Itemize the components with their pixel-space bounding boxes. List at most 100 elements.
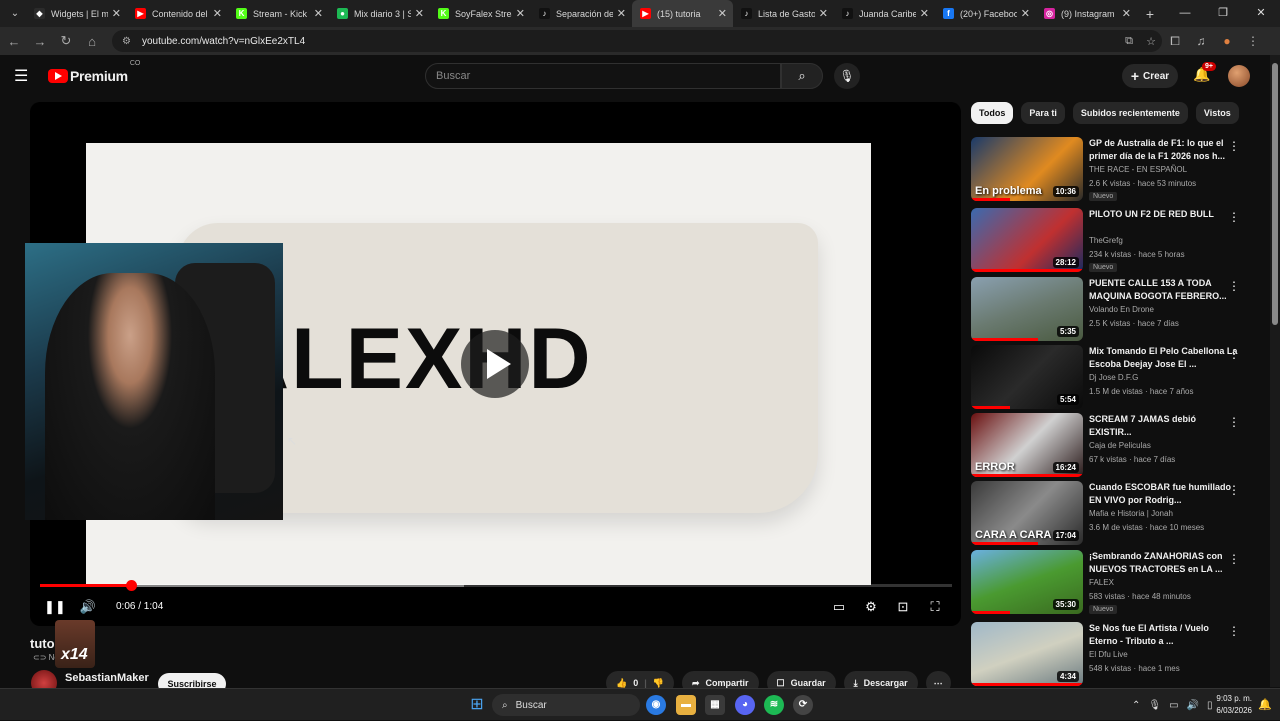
home-icon[interactable]: ⌂ <box>80 34 104 49</box>
filter-chip[interactable]: Todos <box>971 102 1014 124</box>
more-options-icon[interactable]: ⋮ <box>1228 483 1240 497</box>
video-thumbnail[interactable]: CARA A CARA 17:04 <box>971 481 1083 545</box>
tab-close-icon[interactable]: ✕ <box>415 7 424 20</box>
page-scrollbar[interactable] <box>1270 55 1280 687</box>
recommendation-item[interactable]: 4:34 Se Nos fue El Artista / Vuelo Eterno… <box>971 622 1261 686</box>
video-thumbnail[interactable]: 5:54 <box>971 345 1083 409</box>
recommendation-item[interactable]: 5:35 PUENTE CALLE 153 A TODA MAQUINA BOGO… <box>971 277 1261 341</box>
profile-icon[interactable]: ● <box>1214 34 1240 48</box>
recommendation-item[interactable]: ERROR 16:24 SCREAM 7 JAMAS debió EXISTIR..… <box>971 413 1261 477</box>
recommendation-channel[interactable]: Mafia e Historia | Jonah <box>1089 509 1173 518</box>
microphone-icon[interactable]: 🎙 <box>834 63 860 89</box>
video-thumbnail[interactable]: En problema 10:36 <box>971 137 1083 201</box>
search-input[interactable]: Buscar <box>425 63 781 89</box>
browser-tab[interactable]: ♪ Juanda Caribe ✕ <box>834 0 935 27</box>
youtube-logo[interactable]: Premium CO <box>48 60 140 84</box>
theater-mode-icon[interactable]: ⊡ <box>894 594 912 620</box>
tab-close-icon[interactable]: ✕ <box>1021 7 1030 20</box>
taskbar-search[interactable]: ⌕ Buscar <box>492 694 640 716</box>
progress-bar[interactable] <box>40 580 952 591</box>
recommendation-channel[interactable]: Caja de Peliculas <box>1089 441 1151 450</box>
more-options-icon[interactable]: ⋮ <box>1228 624 1240 638</box>
recommendation-title[interactable]: PILOTO UN F2 DE RED BULL <box>1089 208 1239 221</box>
fullscreen-icon[interactable]: ⛶ <box>926 594 944 620</box>
browser-tab[interactable]: ♪ Lista de Gasto ✕ <box>733 0 834 27</box>
browser-tab[interactable]: ▶ (15) tutoria ✕ <box>632 0 733 27</box>
recommendation-channel[interactable]: TheGrefg <box>1089 236 1123 245</box>
more-options-icon[interactable]: ⋮ <box>1228 552 1240 566</box>
recommendation-channel[interactable]: FALEX <box>1089 578 1114 587</box>
file-explorer-icon[interactable]: ▬ <box>676 695 696 715</box>
back-icon[interactable]: ← <box>2 34 26 49</box>
discord-icon[interactable]: ◕ <box>735 695 755 715</box>
more-options-icon[interactable]: ⋮ <box>1228 139 1240 153</box>
maximize-icon[interactable]: ❐ <box>1204 0 1242 27</box>
address-bar[interactable]: ⚙ youtube.com/watch?v=nGlxEe2xTL4 ⧉ ☆ <box>112 30 1162 52</box>
browser-tab[interactable]: ● Mix diario 3 | S ✕ <box>329 0 430 27</box>
tray-chevron-icon[interactable]: ⌃ <box>1132 700 1140 711</box>
video-thumbnail[interactable]: ERROR 16:24 <box>971 413 1083 477</box>
subtitles-icon[interactable]: ▭ <box>830 594 848 620</box>
browser-tab[interactable]: f (20+) Faceboo ✕ <box>935 0 1036 27</box>
recommendation-title[interactable]: GP de Australia de F1: lo que el primer … <box>1089 137 1239 163</box>
recommendation-title[interactable]: ¡Sembrando ZANAHORIAS con NUEVOS TRACTOR… <box>1089 550 1239 576</box>
recommendation-item[interactable]: En problema 10:36 GP de Australia de F1: l… <box>971 137 1261 201</box>
recommendation-item[interactable]: 5:54 Mix Tomando El Pelo Cabellona La Esc… <box>971 345 1261 409</box>
volume-icon[interactable]: 🔊 <box>78 594 98 620</box>
recommendation-channel[interactable]: El Dfu Live <box>1089 650 1128 659</box>
recommendation-channel[interactable]: Volando En Drone <box>1089 305 1154 314</box>
recommendation-title[interactable]: Cuando ESCOBAR fue humillado EN VIVO por… <box>1089 481 1239 507</box>
tab-close-icon[interactable]: ✕ <box>617 7 626 20</box>
reload-icon[interactable]: ↻ <box>54 33 78 49</box>
media-control-icon[interactable]: ♫ <box>1188 34 1214 48</box>
more-options-icon[interactable]: ⋮ <box>1228 210 1240 224</box>
browser-tab[interactable]: K Stream - Kick D ✕ <box>228 0 329 27</box>
recommendation-channel[interactable]: THE RACE - EN ESPAÑOL <box>1089 165 1187 174</box>
browser-tab[interactable]: ◎ (9) Instagram ✕ <box>1036 0 1137 27</box>
video-thumbnail[interactable]: 28:12 <box>971 208 1083 272</box>
filter-chip[interactable]: Subidos recientemente <box>1072 102 1188 124</box>
network-icon[interactable]: ▭ <box>1169 700 1178 711</box>
settings-gear-icon[interactable]: ⚙ <box>862 594 880 620</box>
video-thumbnail[interactable]: 4:34 <box>971 622 1083 686</box>
channel-name[interactable]: SebastianMaker <box>65 672 149 684</box>
tab-close-icon[interactable]: ✕ <box>112 7 121 20</box>
notifications-bell-icon[interactable]: 🔔 9+ <box>1192 62 1216 86</box>
new-tab-button[interactable]: + <box>1137 6 1163 22</box>
tray-mic-icon[interactable]: 🎙 <box>1148 700 1161 711</box>
filter-chip[interactable]: Para ti <box>1021 102 1065 124</box>
app-icon[interactable]: ⟳ <box>793 695 813 715</box>
big-play-button[interactable] <box>461 330 529 398</box>
browser-tab[interactable]: ◆ Widgets | El m ✕ <box>26 0 127 27</box>
taskbar-clock[interactable]: 9:03 p. m. 6/03/2026 <box>1212 693 1252 717</box>
scrollbar-thumb[interactable] <box>1272 63 1278 325</box>
notification-center-icon[interactable]: 🔔 <box>1258 698 1272 711</box>
create-button[interactable]: + Crear <box>1122 64 1178 88</box>
tab-search-chevron-icon[interactable]: ⌄ <box>4 3 26 25</box>
spotify-icon[interactable]: ≋ <box>764 695 784 715</box>
speaker-icon[interactable]: 🔊 <box>1187 700 1199 711</box>
close-window-icon[interactable]: ✕ <box>1242 0 1280 27</box>
browser-tab[interactable]: K SoyFalex Strea ✕ <box>430 0 531 27</box>
recommendation-title[interactable]: Mix Tomando El Pelo Cabellona La Escoba … <box>1089 345 1239 371</box>
tab-close-icon[interactable]: ✕ <box>718 7 727 20</box>
dislike-icon[interactable]: 👎 <box>653 678 664 689</box>
like-icon[interactable]: 👍 <box>616 678 627 689</box>
recommendation-item[interactable]: 35:30 ¡Sembrando ZANAHORIAS con NUEVOS TR… <box>971 550 1261 614</box>
more-options-icon[interactable]: ⋮ <box>1228 347 1240 361</box>
browser-tab[interactable]: ♪ Separación de ✕ <box>531 0 632 27</box>
tab-close-icon[interactable]: ✕ <box>314 7 323 20</box>
pause-icon[interactable]: ❚❚ <box>44 594 66 620</box>
forward-icon[interactable]: → <box>28 34 52 49</box>
video-thumbnail[interactable]: 5:35 <box>971 277 1083 341</box>
site-info-icon[interactable]: ⚙ <box>122 36 136 47</box>
tab-close-icon[interactable]: ✕ <box>819 7 828 20</box>
account-avatar[interactable] <box>1228 65 1250 87</box>
recommendation-channel[interactable]: Dj Jose D.F.G <box>1089 373 1138 382</box>
tab-close-icon[interactable]: ✕ <box>1122 7 1131 20</box>
extensions-icon[interactable]: ⧠ <box>1162 34 1188 49</box>
menu-hamburger-icon[interactable]: ☰ <box>14 66 36 86</box>
browser-tab[interactable]: ▶ Contenido del ✕ <box>127 0 228 27</box>
tab-close-icon[interactable]: ✕ <box>213 7 222 20</box>
recommendation-item[interactable]: 28:12 PILOTO UN F2 DE RED BULL TheGrefg 234… <box>971 208 1261 272</box>
